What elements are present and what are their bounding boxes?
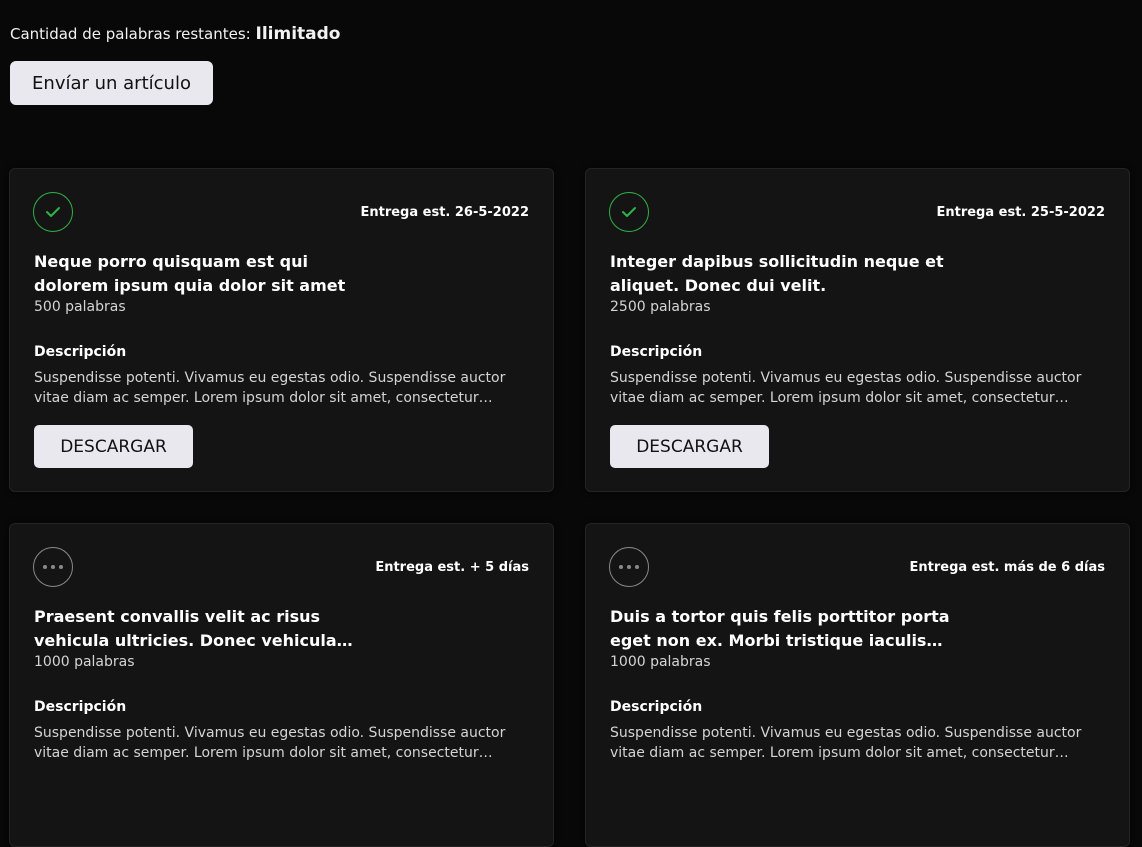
article-card: Entrega est. + 5 días Praesent convallis… xyxy=(9,523,554,847)
delivery-estimate: Entrega est. + 5 días xyxy=(375,560,529,575)
word-count: 1000 palabras xyxy=(34,654,135,670)
word-count: 500 palabras xyxy=(34,299,126,315)
description-text: Suspendisse potenti. Vivamus eu egestas … xyxy=(34,725,506,761)
check-circle-icon xyxy=(33,192,73,232)
quota-value: Ilimitado xyxy=(255,24,341,44)
article-card: Entrega est. 25-5-2022 Integer dapibus s… xyxy=(585,168,1130,492)
download-button[interactable]: DESCARGAR xyxy=(610,425,769,468)
download-button[interactable]: DESCARGAR xyxy=(34,425,193,468)
article-title: Duis a tortor quis felis porttitor porta… xyxy=(610,607,950,650)
word-count: 2500 palabras xyxy=(610,299,711,315)
pending-dots-icon xyxy=(609,547,649,587)
description-text: Suspendisse potenti. Vivamus eu egestas … xyxy=(610,725,1082,761)
description-label: Descripción xyxy=(610,344,703,360)
article-title: Integer dapibus sollicitudin neque et al… xyxy=(610,252,944,295)
article-title: Praesent convallis velit ac risus vehicu… xyxy=(34,607,337,650)
description-label: Descripción xyxy=(610,699,703,715)
article-card: Entrega est. más de 6 días Duis a tortor… xyxy=(585,523,1130,847)
article-card: Entrega est. 26-5-2022 Neque porro quisq… xyxy=(9,168,554,492)
delivery-estimate: Entrega est. 26-5-2022 xyxy=(360,205,529,220)
check-circle-icon xyxy=(609,192,649,232)
submit-article-button[interactable]: Envíar un artículo xyxy=(10,61,213,105)
pending-dots-icon xyxy=(33,547,73,587)
article-title: Neque porro quisquam est qui dolorem ips… xyxy=(34,252,346,295)
description-text: Suspendisse potenti. Vivamus eu egestas … xyxy=(34,370,506,406)
remaining-words-quota: Cantidad de palabras restantes: Ilimitad… xyxy=(10,24,340,44)
word-count: 1000 palabras xyxy=(610,654,711,670)
delivery-estimate: Entrega est. más de 6 días xyxy=(909,560,1106,575)
description-label: Descripción xyxy=(34,699,127,715)
description-text: Suspendisse potenti. Vivamus eu egestas … xyxy=(610,370,1082,406)
description-label: Descripción xyxy=(34,344,127,360)
quota-label: Cantidad de palabras restantes: xyxy=(10,25,251,43)
delivery-estimate: Entrega est. 25-5-2022 xyxy=(936,205,1105,220)
